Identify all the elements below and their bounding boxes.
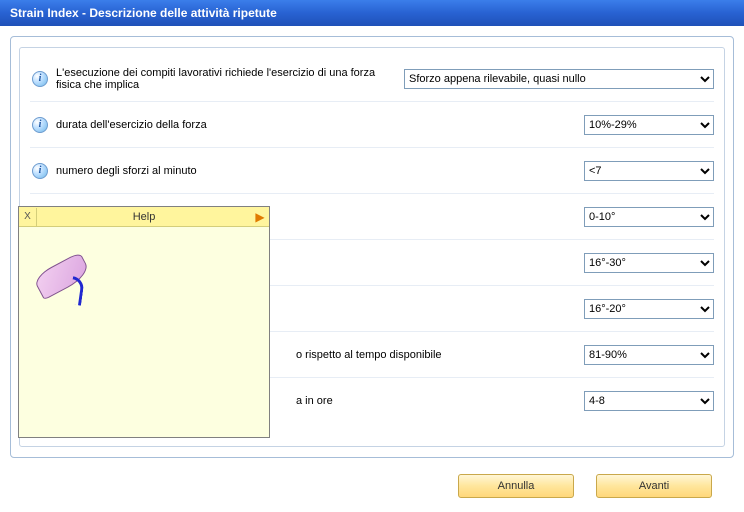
select-angle-c[interactable]: 16°-20° [584,299,714,319]
info-icon[interactable]: i [32,163,48,179]
select-ore[interactable]: 4-8 [584,391,714,411]
select-percent[interactable]: 81-90% [584,345,714,365]
row-label: L'esecuzione dei compiti lavorativi rich… [56,67,404,91]
help-header: X Help ▶ [19,207,269,227]
select-angle-b[interactable]: 16°-30° [584,253,714,273]
select-durata[interactable]: 10%-29% [584,115,714,135]
next-button[interactable]: Avanti [596,474,712,498]
select-angle-a[interactable]: 0-10° [584,207,714,227]
row-3: i numero degli sforzi al minuto <7 [30,148,714,194]
row-2: i durata dell'esercizio della forza 10%-… [30,102,714,148]
help-popup: X Help ▶ [18,206,270,438]
help-title: Help [37,211,251,223]
help-illustration-icon [35,251,99,305]
info-icon[interactable]: i [32,117,48,133]
info-icon[interactable]: i [32,71,48,87]
select-sforzo[interactable]: Sforzo appena rilevabile, quasi nullo [404,69,714,89]
close-icon[interactable]: X [19,208,37,226]
window-titlebar: Strain Index - Descrizione delle attivit… [0,0,744,26]
button-bar: Annulla Avanti [458,474,712,498]
arrow-right-icon[interactable]: ▶ [251,210,269,224]
row-label: durata dell'esercizio della forza [56,119,584,131]
row-1: i L'esecuzione dei compiti lavorativi ri… [30,56,714,102]
row-label: numero degli sforzi al minuto [56,165,584,177]
help-body [19,227,269,437]
select-numero-sforzi[interactable]: <7 [584,161,714,181]
window-title: Strain Index - Descrizione delle attivit… [10,6,277,20]
cancel-button[interactable]: Annulla [458,474,574,498]
